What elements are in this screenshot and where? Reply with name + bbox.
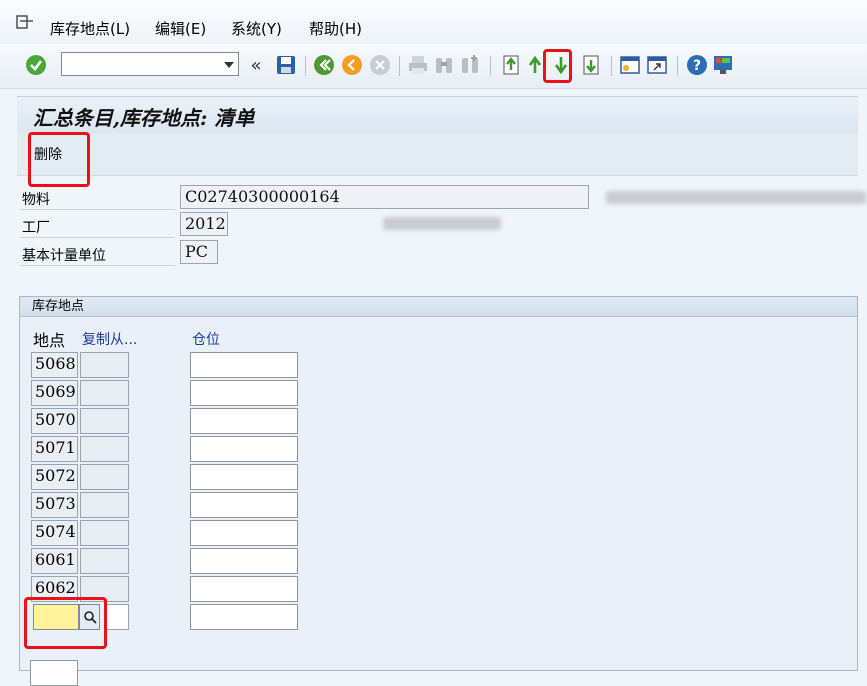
storage-location-cell[interactable]: 6062 [31, 576, 78, 602]
next-page-icon[interactable] [550, 54, 572, 76]
column-header-bin[interactable]: 仓位 [192, 329, 220, 349]
extra-location-field[interactable] [30, 660, 78, 686]
first-page-icon[interactable] [500, 54, 522, 76]
menu-help[interactable]: 帮助(H) [309, 18, 362, 39]
material-label: 物料 [22, 192, 50, 208]
page-title: 汇总条目,库存地点: 清单 [33, 106, 255, 130]
copy-from-cell[interactable] [80, 352, 129, 378]
shortcut-icon[interactable] [646, 54, 668, 76]
storage-bin-cell[interactable] [190, 380, 298, 406]
command-field[interactable] [61, 52, 239, 76]
storage-location-cell[interactable]: 5071 [31, 436, 78, 462]
column-header-location: 地点 [33, 331, 66, 350]
copy-from-cell[interactable] [80, 548, 129, 574]
storage-bin-cell[interactable] [190, 548, 298, 574]
storage-location-cell[interactable]: 5072 [31, 464, 78, 490]
print-icon[interactable] [407, 54, 429, 76]
plant-label: 工厂 [22, 220, 50, 236]
application-toolbar: 删除 [17, 133, 858, 176]
plant-description-redacted [383, 217, 501, 230]
storage-bin-cell[interactable] [190, 436, 298, 462]
new-copy-from-field[interactable] [104, 604, 129, 630]
group-title: 库存地点 [20, 297, 857, 317]
create-session-icon[interactable] [619, 54, 641, 76]
standard-toolbar: « ? [0, 44, 867, 89]
find-next-icon[interactable] [459, 54, 481, 76]
svg-text:?: ? [693, 58, 701, 74]
menu-edit[interactable]: 编辑(E) [155, 18, 206, 39]
new-location-input[interactable] [33, 604, 79, 630]
copy-from-cell[interactable] [80, 436, 129, 462]
base-uom-field[interactable]: PC [180, 240, 218, 264]
find-icon[interactable] [433, 54, 455, 76]
cancel-icon[interactable] [369, 54, 391, 76]
copy-from-cell[interactable] [80, 380, 129, 406]
previous-page-icon[interactable] [524, 54, 546, 76]
command-input[interactable] [64, 54, 218, 76]
storage-bin-cell[interactable] [190, 576, 298, 602]
storage-location-cell[interactable]: 6061 [31, 548, 78, 574]
search-help-button[interactable] [79, 604, 100, 630]
storage-location-cell[interactable]: 5069 [31, 380, 78, 406]
material-field[interactable]: C02740300000164 [180, 185, 589, 209]
help-icon[interactable]: ? [686, 54, 708, 76]
storage-location-cell[interactable]: 5070 [31, 408, 78, 434]
menu-icon[interactable] [16, 15, 34, 29]
storage-bin-cell[interactable] [190, 464, 298, 490]
plant-field[interactable]: 2012 [180, 212, 228, 236]
double-chevron-left-icon[interactable]: « [247, 54, 265, 76]
storage-bin-cell[interactable] [190, 520, 298, 546]
delete-button[interactable]: 删除 [34, 144, 62, 164]
customize-layout-icon[interactable] [712, 54, 734, 76]
storage-bin-cell[interactable] [190, 352, 298, 378]
chevron-down-icon[interactable] [224, 62, 234, 68]
back-icon[interactable] [313, 54, 335, 76]
copy-from-cell[interactable] [80, 520, 129, 546]
save-icon[interactable] [275, 54, 297, 76]
storage-location-group: 库存地点 [19, 296, 858, 671]
material-description-redacted [606, 191, 866, 204]
column-header-copy-from[interactable]: 复制从... [82, 329, 137, 349]
last-page-icon[interactable] [580, 54, 602, 76]
new-bin-field[interactable] [190, 604, 298, 630]
copy-from-cell[interactable] [80, 492, 129, 518]
storage-bin-cell[interactable] [190, 492, 298, 518]
menu-storage-location[interactable]: 库存地点(L) [50, 18, 130, 39]
copy-from-cell[interactable] [80, 408, 129, 434]
base-uom-label: 基本计量单位 [22, 248, 106, 264]
exit-icon[interactable] [341, 54, 363, 76]
menu-system[interactable]: 系统(Y) [231, 18, 282, 39]
storage-location-cell[interactable]: 5073 [31, 492, 78, 518]
copy-from-cell[interactable] [80, 464, 129, 490]
search-icon [83, 611, 97, 624]
title-bar: 汇总条目,库存地点: 清单 [17, 96, 858, 134]
storage-bin-cell[interactable] [190, 408, 298, 434]
menu-bar: 库存地点(L) 编辑(E) 系统(Y) 帮助(H) [0, 0, 867, 44]
enter-icon[interactable] [25, 54, 47, 76]
copy-from-cell[interactable] [80, 576, 129, 602]
storage-location-cell[interactable]: 5068 [31, 352, 78, 378]
storage-location-cell[interactable]: 5074 [31, 520, 78, 546]
